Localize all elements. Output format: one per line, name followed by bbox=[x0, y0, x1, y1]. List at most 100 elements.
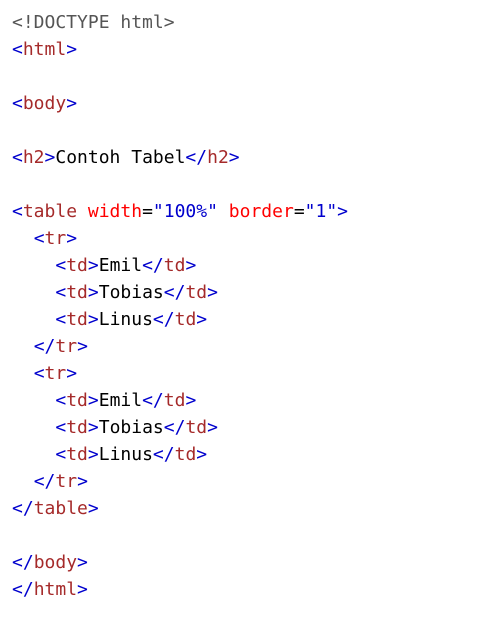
code-token-bracket: > bbox=[87, 282, 99, 303]
code-token-text: Linus bbox=[98, 309, 153, 330]
code-token-bracket: > bbox=[44, 147, 56, 168]
code-token-bracket: > bbox=[66, 228, 78, 249]
code-line: <td>Linus</td> bbox=[12, 306, 502, 333]
code-view: <!DOCTYPE html> <html> <body> <h2>Contoh Ta… bbox=[0, 0, 502, 622]
code-token-text: Tobias bbox=[98, 417, 164, 438]
code-token-bracket: </ bbox=[12, 579, 34, 600]
code-token-bracket: > bbox=[185, 390, 197, 411]
code-token-bracket: > bbox=[77, 552, 88, 573]
code-token-bracket: > bbox=[66, 39, 78, 60]
code-token-bracket: < bbox=[12, 201, 23, 222]
code-token-text: Contoh Tabel bbox=[55, 147, 186, 168]
code-token-bracket: > bbox=[207, 282, 218, 303]
code-line: <td>Tobias</td> bbox=[12, 414, 502, 441]
code-token-bracket: > bbox=[185, 255, 197, 276]
code-token-text: Emil bbox=[98, 255, 143, 276]
code-token-bracket: < bbox=[55, 255, 67, 276]
code-token-bracket: > bbox=[87, 390, 99, 411]
code-token-bracket: > bbox=[87, 498, 99, 519]
code-line: <!DOCTYPE html> bbox=[12, 9, 502, 36]
code-line: <tr> bbox=[12, 360, 502, 387]
code-token-tag: tr bbox=[44, 228, 67, 249]
code-token-value: "100%" bbox=[152, 201, 218, 222]
code-token-tag: td bbox=[174, 444, 197, 465]
code-line: <h2>Contoh Tabel</h2> bbox=[12, 144, 502, 171]
code-token-bracket: </ bbox=[185, 147, 208, 168]
code-token-tag: table bbox=[33, 498, 88, 519]
code-line: </table> bbox=[12, 495, 502, 522]
code-token-bracket: </ bbox=[152, 444, 175, 465]
code-line: <body> bbox=[12, 90, 502, 117]
code-line: <td>Emil</td> bbox=[12, 252, 502, 279]
code-token-bracket: > bbox=[87, 255, 99, 276]
code-line: <tr> bbox=[12, 225, 502, 252]
code-token-tag: body bbox=[33, 552, 78, 573]
code-token-attr: width bbox=[87, 201, 143, 222]
code-token-tag: html bbox=[33, 579, 78, 600]
code-token-bracket: > bbox=[196, 444, 208, 465]
code-token-bracket: </ bbox=[152, 309, 175, 330]
code-token-bracket: > bbox=[66, 93, 78, 114]
code-token-bracket: > bbox=[87, 444, 99, 465]
code-token-op: = bbox=[293, 201, 305, 222]
code-line: </tr> bbox=[12, 333, 502, 360]
code-token-bracket: < bbox=[55, 390, 67, 411]
code-token-tag: td bbox=[163, 255, 186, 276]
code-token-tag: td bbox=[185, 417, 208, 438]
code-token-bracket: > bbox=[228, 147, 240, 168]
code-token-attr: border bbox=[228, 201, 294, 222]
code-token-tag: td bbox=[66, 444, 88, 465]
code-token-tag: td bbox=[163, 390, 186, 411]
code-token-bracket: > bbox=[337, 201, 349, 222]
code-line: <html> bbox=[12, 36, 502, 63]
code-token-bracket: > bbox=[196, 309, 208, 330]
code-token-tag: table bbox=[22, 201, 78, 222]
code-line: <td>Linus</td> bbox=[12, 441, 502, 468]
code-line: <td>Emil</td> bbox=[12, 387, 502, 414]
code-line: </html> bbox=[12, 576, 502, 603]
code-token-bracket: </ bbox=[33, 471, 56, 492]
code-token-tag: td bbox=[66, 309, 88, 330]
code-token-tag: td bbox=[66, 282, 88, 303]
code-token-bracket: </ bbox=[142, 255, 164, 276]
code-token-tag: html bbox=[22, 39, 67, 60]
code-token-bracket: > bbox=[77, 471, 88, 492]
code-token-bracket: < bbox=[33, 228, 45, 249]
code-token-tag: tr bbox=[44, 363, 67, 384]
code-line: <table width="100%" border="1"> bbox=[12, 198, 502, 225]
code-token-bracket: < bbox=[33, 363, 45, 384]
code-token-bracket: < bbox=[55, 444, 67, 465]
code-token-tag: td bbox=[66, 390, 88, 411]
code-token-bracket: < bbox=[12, 147, 23, 168]
code-token-bracket: </ bbox=[12, 552, 34, 573]
code-token-bracket: > bbox=[207, 417, 218, 438]
code-token-bracket: < bbox=[55, 309, 67, 330]
code-token-tag: tr bbox=[55, 471, 78, 492]
code-token-text: Linus bbox=[98, 444, 153, 465]
code-token-bracket: > bbox=[66, 363, 78, 384]
code-token-bracket: > bbox=[87, 417, 99, 438]
code-token-tag: td bbox=[185, 282, 208, 303]
code-token-bracket: < bbox=[55, 282, 67, 303]
code-token-bracket: </ bbox=[33, 336, 56, 357]
code-line: <td>Tobias</td> bbox=[12, 279, 502, 306]
code-token-op: = bbox=[142, 201, 153, 222]
code-token-text: Emil bbox=[98, 390, 143, 411]
code-token-bracket: < bbox=[55, 417, 67, 438]
